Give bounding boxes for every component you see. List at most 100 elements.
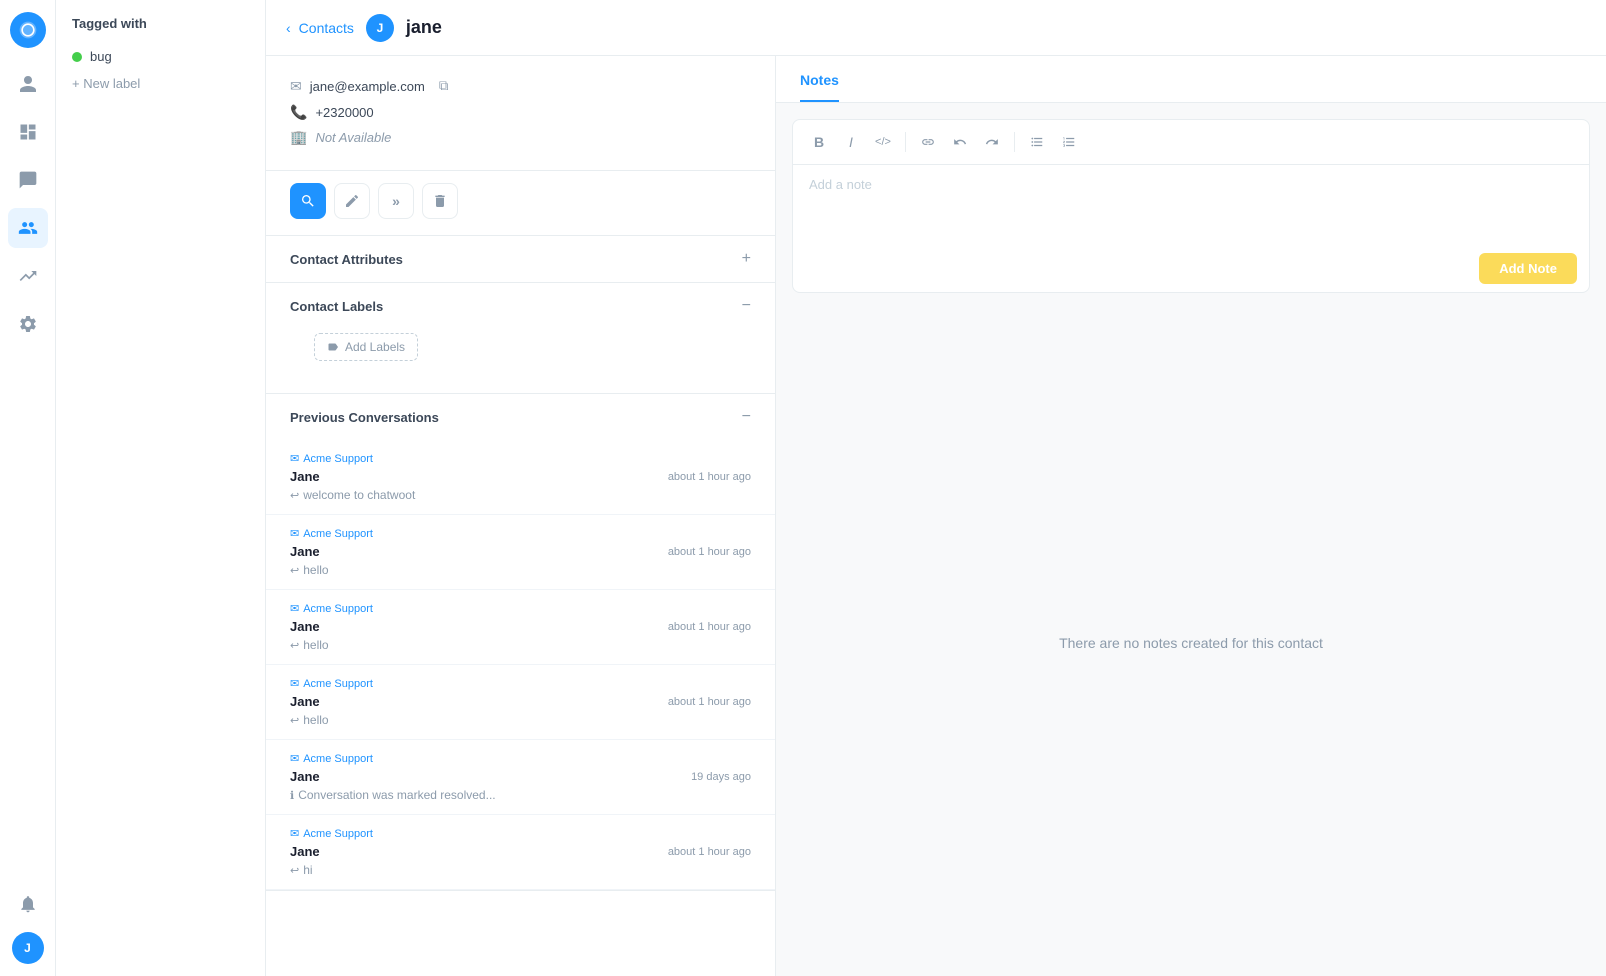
conversation-item[interactable]: ✉ Acme Support Jane about 1 hour ago ↩ h… <box>266 590 775 665</box>
add-labels-button[interactable]: Add Labels <box>314 333 418 361</box>
conversation-item[interactable]: ✉ Acme Support Jane about 1 hour ago ↩ w… <box>266 440 775 515</box>
edit-contact-button[interactable] <box>334 183 370 219</box>
conv-preview-icon: ℹ <box>290 789 294 802</box>
action-buttons: » <box>266 171 775 236</box>
code-button[interactable]: </> <box>869 128 897 156</box>
label-name-bug: bug <box>90 49 112 64</box>
conv-source-name: Acme Support <box>303 603 373 615</box>
conv-row: Jane about 1 hour ago <box>290 619 751 634</box>
conv-preview-icon: ↩ <box>290 639 299 652</box>
phone-value: +2320000 <box>315 105 373 120</box>
view-contact-button[interactable] <box>290 183 326 219</box>
toolbar-separator-2 <box>1014 132 1015 152</box>
contact-labels-header[interactable]: Contact Labels − <box>266 283 775 329</box>
delete-contact-button[interactable] <box>422 183 458 219</box>
conv-row: Jane about 1 hour ago <box>290 694 751 709</box>
previous-conversations-section: Previous Conversations − ✉ Acme Support … <box>266 394 775 891</box>
nav-contacts[interactable] <box>8 64 48 104</box>
previous-conversations-toggle[interactable]: − <box>742 408 751 426</box>
conversation-item[interactable]: ✉ Acme Support Jane about 1 hour ago ↩ h… <box>266 815 775 890</box>
conv-time: about 1 hour ago <box>668 546 751 558</box>
new-label-text: + New label <box>72 76 140 91</box>
ordered-list-button[interactable] <box>1055 128 1083 156</box>
toolbar-separator-1 <box>905 132 906 152</box>
nav-dashboard[interactable] <box>8 112 48 152</box>
conv-preview-icon: ↩ <box>290 564 299 577</box>
email-value: jane@example.com <box>310 79 425 94</box>
conv-source-name: Acme Support <box>303 753 373 765</box>
merge-contact-button[interactable]: » <box>378 183 414 219</box>
conv-preview-icon: ↩ <box>290 714 299 727</box>
empty-notes-text: There are no notes created for this cont… <box>1059 635 1323 651</box>
conv-source-name: Acme Support <box>303 828 373 840</box>
labels-sidebar: Tagged with bug + New label <box>56 0 266 976</box>
note-placeholder: Add a note <box>809 177 872 192</box>
notes-editor: B I </> <box>792 119 1590 293</box>
conv-preview: ↩ welcome to chatwoot <box>290 488 751 502</box>
contact-labels-toggle[interactable]: − <box>742 297 751 315</box>
conversation-item[interactable]: ✉ Acme Support Jane 19 days ago ℹ Conver… <box>266 740 775 815</box>
previous-conversations-header[interactable]: Previous Conversations − <box>266 394 775 440</box>
italic-button[interactable]: I <box>837 128 865 156</box>
content-split: ✉ jane@example.com ⧉ 📞 +2320000 🏢 Not Av… <box>266 56 1606 976</box>
conversation-item[interactable]: ✉ Acme Support Jane about 1 hour ago ↩ h… <box>266 665 775 740</box>
nav-notifications[interactable] <box>8 884 48 924</box>
conv-preview-text: hello <box>303 563 328 577</box>
conv-contact-name: Jane <box>290 544 320 559</box>
main-content: ‹ Contacts J jane ✉ jane@example.com ⧉ 📞… <box>266 0 1606 976</box>
conv-time: about 1 hour ago <box>668 471 751 483</box>
conv-contact-name: Jane <box>290 619 320 634</box>
empty-notes-message: There are no notes created for this cont… <box>776 309 1606 976</box>
conv-preview: ↩ hello <box>290 713 751 727</box>
company-icon: 🏢 <box>290 129 307 146</box>
unordered-list-button[interactable] <box>1023 128 1051 156</box>
redo-button[interactable] <box>978 128 1006 156</box>
right-panel: Notes B I </> <box>776 56 1606 976</box>
nav-contacts-list[interactable] <box>8 208 48 248</box>
phone-row: 📞 +2320000 <box>290 104 751 121</box>
conv-preview-text: Conversation was marked resolved... <box>298 788 495 802</box>
link-button[interactable] <box>914 128 942 156</box>
user-avatar[interactable]: J <box>12 932 44 964</box>
breadcrumb: ‹ Contacts <box>286 20 354 36</box>
contact-attributes-header[interactable]: Contact Attributes + <box>266 236 775 282</box>
contacts-link[interactable]: Contacts <box>299 20 354 36</box>
new-label-button[interactable]: + New label <box>56 70 265 97</box>
conv-row: Jane about 1 hour ago <box>290 469 751 484</box>
notes-tab[interactable]: Notes <box>800 56 839 102</box>
conversation-item[interactable]: ✉ Acme Support Jane about 1 hour ago ↩ h… <box>266 515 775 590</box>
bold-button[interactable]: B <box>805 128 833 156</box>
conversation-list: ✉ Acme Support Jane about 1 hour ago ↩ w… <box>266 440 775 890</box>
nav-settings[interactable] <box>8 304 48 344</box>
copy-email-button[interactable]: ⧉ <box>437 76 451 96</box>
add-note-button[interactable]: Add Note <box>1479 253 1577 284</box>
app-logo[interactable] <box>10 12 46 48</box>
conv-row: Jane 19 days ago <box>290 769 751 784</box>
contact-attributes-section: Contact Attributes + <box>266 236 775 283</box>
nav-reports[interactable] <box>8 256 48 296</box>
submit-row: Add Note <box>793 245 1589 292</box>
phone-icon: 📞 <box>290 104 307 121</box>
conv-source-icon: ✉ <box>290 527 299 540</box>
conv-source: ✉ Acme Support <box>290 827 751 840</box>
notes-header: Notes <box>776 56 1606 103</box>
left-navigation: J <box>0 0 56 976</box>
conv-source: ✉ Acme Support <box>290 602 751 615</box>
contact-attributes-toggle[interactable]: + <box>742 250 751 268</box>
conv-source: ✉ Acme Support <box>290 677 751 690</box>
nav-inbox[interactable] <box>8 160 48 200</box>
note-editor-body[interactable]: Add a note <box>793 165 1589 245</box>
conv-source: ✉ Acme Support <box>290 527 751 540</box>
contact-info: ✉ jane@example.com ⧉ 📞 +2320000 🏢 Not Av… <box>266 56 775 171</box>
conv-preview-icon: ↩ <box>290 489 299 502</box>
top-bar: ‹ Contacts J jane <box>266 0 1606 56</box>
contact-avatar: J <box>366 14 394 42</box>
email-row: ✉ jane@example.com ⧉ <box>290 76 751 96</box>
conv-preview-icon: ↩ <box>290 864 299 877</box>
undo-button[interactable] <box>946 128 974 156</box>
contact-labels-title: Contact Labels <box>290 299 383 314</box>
back-arrow[interactable]: ‹ <box>286 20 291 36</box>
label-item-bug[interactable]: bug <box>56 43 265 70</box>
conv-row: Jane about 1 hour ago <box>290 844 751 859</box>
company-row: 🏢 Not Available <box>290 129 751 146</box>
